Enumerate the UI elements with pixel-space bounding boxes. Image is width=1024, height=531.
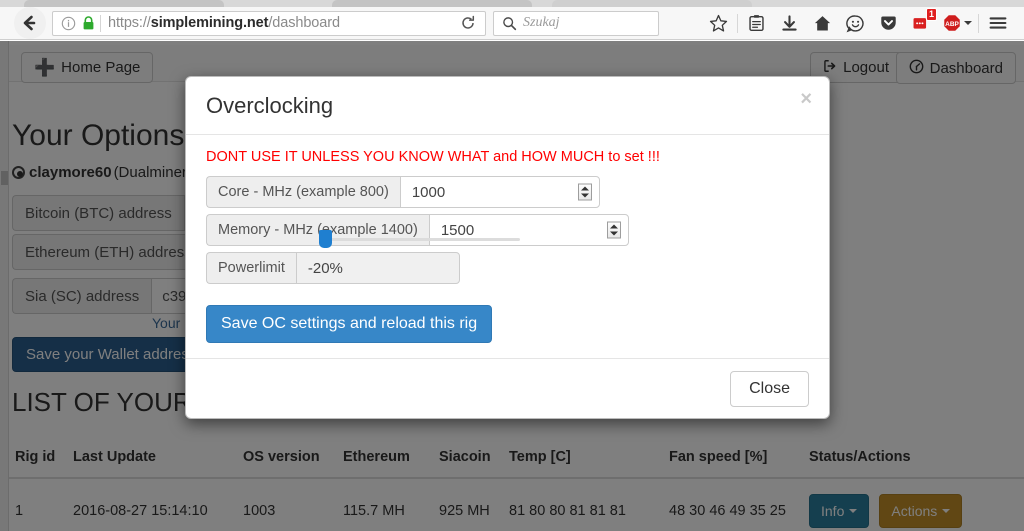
url-text: https://simplemining.net/dashboard — [108, 15, 340, 31]
toolbar-divider — [737, 13, 738, 33]
padlock-secure-icon — [79, 13, 97, 33]
core-clock-input[interactable]: 1000 — [399, 176, 600, 208]
modal-footer: Close — [186, 358, 829, 418]
browser-tab[interactable] — [24, 0, 224, 7]
powerlimit-label: Powerlimit — [206, 252, 296, 284]
powerlimit-slider[interactable] — [308, 230, 522, 248]
browser-toolbar-icons: 1 ABP — [659, 8, 1024, 37]
slider-thumb[interactable] — [319, 230, 332, 248]
stepper-down-icon[interactable] — [609, 231, 618, 236]
core-clock-value: 1000 — [411, 183, 446, 201]
warning-text: DONT USE IT UNLESS YOU KNOW WHAT and HOW… — [206, 149, 660, 165]
powerlimit-group: Powerlimit -20% — [206, 230, 809, 284]
screenshot-root: https://simplemining.net/dashboard Szuka… — [0, 0, 1024, 531]
toolbar-divider — [978, 13, 979, 33]
address-bar-divider — [100, 14, 101, 32]
save-oc-button[interactable]: Save OC settings and reload this rig — [206, 305, 493, 343]
slider-track — [322, 238, 520, 241]
stepper-up-icon[interactable] — [580, 186, 589, 191]
reading-list-icon[interactable] — [740, 9, 773, 37]
svg-text:ABP: ABP — [945, 21, 959, 28]
notification-extension-icon[interactable]: 1 — [905, 8, 938, 37]
site-info-icon[interactable] — [57, 13, 79, 33]
core-clock-label: Core - MHz (example 800) — [206, 176, 400, 208]
core-clock-group: Core - MHz (example 800) 1000 — [206, 176, 809, 208]
close-icon[interactable]: × — [800, 89, 812, 109]
hamburger-menu-icon[interactable] — [981, 9, 1014, 37]
pocket-icon[interactable] — [872, 9, 905, 37]
downloads-icon[interactable] — [773, 9, 806, 37]
modal-header: Overclocking × — [186, 77, 829, 135]
notification-badge: 1 — [925, 8, 937, 21]
home-icon[interactable] — [806, 9, 839, 37]
browser-tab-strip — [0, 0, 1024, 7]
browser-navigation-bar: https://simplemining.net/dashboard Szuka… — [0, 7, 1024, 40]
reload-icon[interactable] — [455, 11, 481, 35]
memory-clock-stepper[interactable] — [606, 221, 621, 239]
browser-tab-active[interactable] — [552, 0, 752, 7]
search-icon — [500, 14, 518, 32]
modal-body: DONT USE IT UNLESS YOU KNOW WHAT and HOW… — [186, 135, 829, 343]
back-arrow-icon[interactable] — [14, 7, 46, 39]
search-input[interactable]: Szukaj — [523, 15, 560, 31]
close-button[interactable]: Close — [730, 370, 809, 407]
address-bar[interactable]: https://simplemining.net/dashboard — [52, 10, 486, 36]
bookmark-star-icon[interactable] — [702, 9, 735, 37]
powerlimit-value-field[interactable]: -20% — [295, 252, 460, 284]
stepper-up-icon[interactable] — [609, 224, 618, 229]
stepper-down-icon[interactable] — [580, 193, 589, 198]
core-clock-stepper[interactable] — [577, 183, 592, 201]
browser-tab[interactable] — [332, 0, 532, 7]
overclocking-modal: Overclocking × DONT USE IT UNLESS YOU KN… — [185, 76, 830, 419]
chevron-down-icon[interactable] — [963, 21, 972, 25]
adblock-plus-icon[interactable]: ABP — [938, 9, 976, 37]
search-bar[interactable]: Szukaj — [493, 10, 659, 36]
smiley-face-icon[interactable] — [839, 9, 872, 37]
modal-title: Overclocking — [206, 92, 334, 118]
